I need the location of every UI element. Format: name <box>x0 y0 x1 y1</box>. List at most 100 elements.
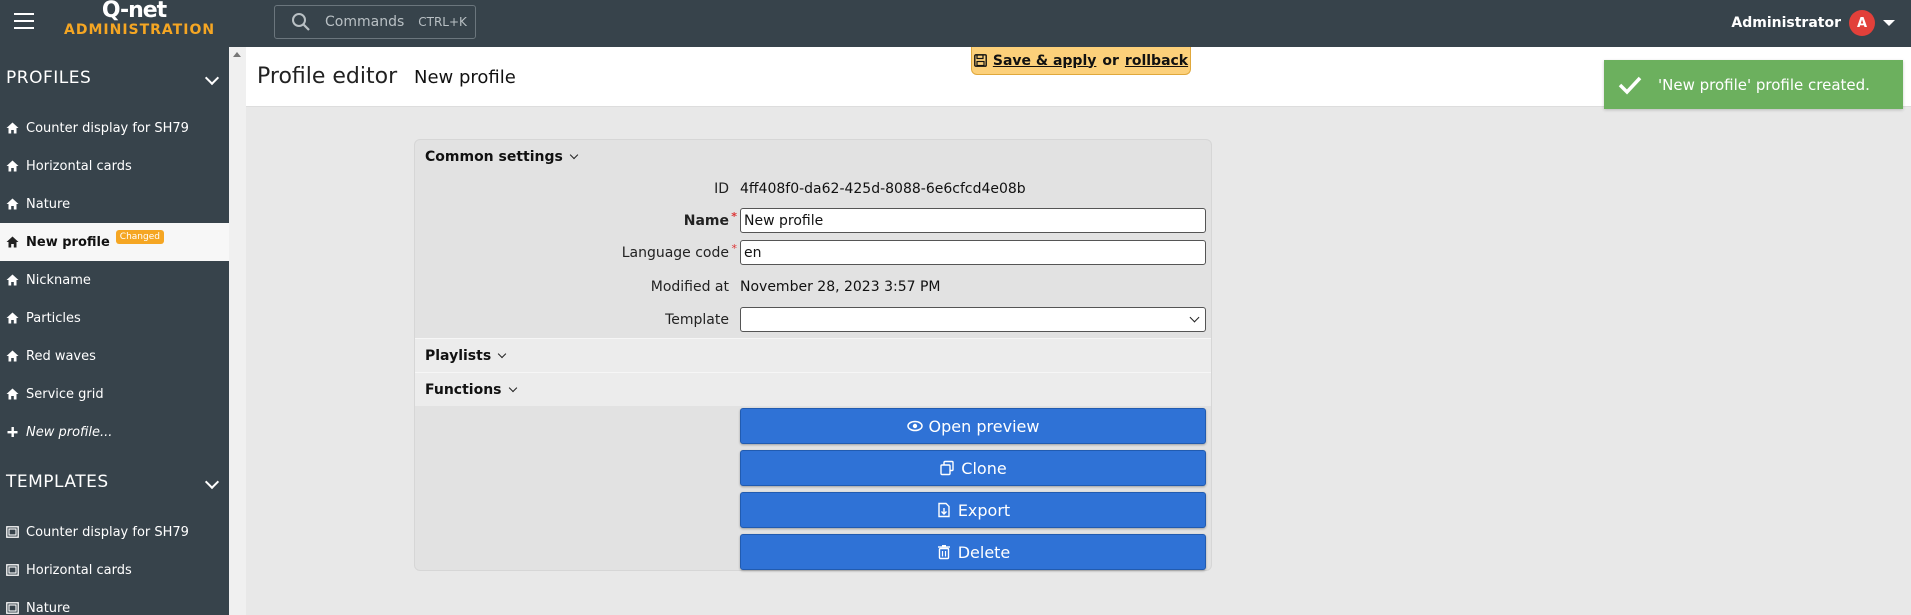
id-value: 4ff408f0-da62-425d-8088-6e6cfcd4e08b <box>740 181 1026 197</box>
user-menu[interactable]: Administrator A <box>1731 10 1895 36</box>
templates-section-title: TEMPLATES <box>6 472 109 492</box>
sidebar-item-profile[interactable]: Horizontal cards <box>0 147 229 185</box>
success-toast[interactable]: 'New profile' profile created. <box>1604 60 1903 109</box>
sidebar-item-template[interactable]: Horizontal cards <box>0 551 229 589</box>
commands-shortcut: CTRL+K <box>418 15 467 29</box>
profiles-section-title: PROFILES <box>6 68 92 88</box>
language-code-input[interactable] <box>740 240 1206 265</box>
eye-icon <box>906 420 923 432</box>
caret-down-icon <box>1883 20 1895 26</box>
export-label: Export <box>957 500 1011 520</box>
chevron-down-icon <box>1189 312 1200 323</box>
profiles-section-header[interactable]: PROFILES <box>0 47 229 109</box>
file-export-icon <box>938 502 950 518</box>
sidebar-item-label: Particles <box>26 310 81 326</box>
home-icon <box>6 198 19 210</box>
modified-value: November 28, 2023 3:57 PM <box>740 279 941 295</box>
page-title: Profile editor <box>257 64 398 89</box>
logo-brand: Q-net <box>101 0 167 23</box>
sidebar-item-label: Horizontal cards <box>26 158 132 174</box>
chevron-down-icon <box>204 474 220 490</box>
copy-icon <box>940 460 954 476</box>
profile-editor-card: Common settings ID 4ff408f0-da62-425d-80… <box>414 139 1212 571</box>
name-label: Name * <box>683 210 737 229</box>
toast-message: 'New profile' profile created. <box>1658 75 1870 94</box>
sidebar-item-template[interactable]: Counter display for SH79 <box>0 513 229 551</box>
page-subtitle: New profile <box>414 67 516 88</box>
scroll-up-icon[interactable] <box>233 52 241 57</box>
save-bar: Save & apply or rollback <box>971 47 1191 75</box>
functions-header[interactable]: Functions <box>415 372 1211 406</box>
sidebar-item-label: Counter display for SH79 <box>26 524 189 540</box>
id-label: ID <box>714 181 729 197</box>
sidebar-item-template[interactable]: Nature <box>0 589 229 615</box>
logo-subtitle: ADMINISTRATION <box>64 22 216 38</box>
check-icon <box>1618 76 1642 95</box>
chevron-down-icon <box>569 150 579 160</box>
language-row: Language code * <box>415 238 1211 268</box>
new-profile-link[interactable]: New profile... <box>0 413 229 451</box>
sidebar-item-profile[interactable]: Nickname <box>0 261 229 299</box>
name-input[interactable] <box>740 208 1206 233</box>
required-asterisk: * <box>731 210 737 223</box>
chevron-down-icon <box>497 349 507 358</box>
name-label-text: Name <box>683 213 729 229</box>
modified-row: Modified at November 28, 2023 3:57 PM <box>415 272 1211 302</box>
sidebar-item-label: Red waves <box>26 348 96 364</box>
common-settings-header[interactable]: Common settings <box>415 140 1211 174</box>
name-row: Name * <box>415 206 1211 236</box>
rollback-link[interactable]: rollback <box>1125 53 1188 69</box>
template-row: Template <box>415 305 1211 335</box>
playlists-label: Playlists <box>425 347 492 364</box>
changed-badge: Changed <box>115 230 164 244</box>
trash-icon <box>937 545 950 560</box>
language-label: Language code * <box>622 242 737 261</box>
home-icon <box>6 274 19 286</box>
new-profile-label: New profile... <box>26 424 113 440</box>
sidebar-item-label: Nature <box>26 600 71 615</box>
sidebar-item-label: Horizontal cards <box>26 562 132 578</box>
search-icon <box>292 13 310 31</box>
home-icon <box>6 388 19 400</box>
sidebar-item-profile[interactable]: Nature <box>0 185 229 223</box>
delete-button[interactable]: Delete <box>740 534 1206 570</box>
plus-icon <box>7 427 18 437</box>
floppy-disk-icon <box>973 54 987 67</box>
commands-label: Commands <box>325 14 405 30</box>
open-preview-label: Open preview <box>928 416 1040 436</box>
hamburger-menu-icon[interactable] <box>14 13 34 31</box>
common-settings-label: Common settings <box>425 149 563 165</box>
playlists-header[interactable]: Playlists <box>415 338 1211 372</box>
sidebar-item-profile[interactable]: Service grid <box>0 375 229 413</box>
functions-label: Functions <box>425 381 502 398</box>
templates-section-header[interactable]: TEMPLATES <box>0 451 229 513</box>
export-button[interactable]: Export <box>740 492 1206 528</box>
delete-label: Delete <box>957 542 1011 562</box>
chevron-down-icon <box>204 70 220 86</box>
clone-button[interactable]: Clone <box>740 450 1206 486</box>
app-logo[interactable]: Q-net ADMINISTRATION <box>64 0 216 38</box>
template-icon <box>6 602 19 614</box>
save-apply-link[interactable]: Save & apply <box>993 53 1097 69</box>
clone-label: Clone <box>961 458 1007 478</box>
sidebar-item-label: Counter display for SH79 <box>26 120 189 136</box>
chevron-down-icon <box>508 383 517 392</box>
sidebar-item-profile[interactable]: New profile Changed <box>0 223 229 261</box>
modified-label: Modified at <box>650 279 729 295</box>
sidebar-item-profile[interactable]: Red waves <box>0 337 229 375</box>
sidebar-item-profile[interactable]: Particles <box>0 299 229 337</box>
id-row: ID 4ff408f0-da62-425d-8088-6e6cfcd4e08b <box>415 174 1211 204</box>
sidebar-item-profile[interactable]: Counter display for SH79 <box>0 109 229 147</box>
top-bar: Q-net ADMINISTRATION Commands CTRL+K Adm… <box>0 0 1911 47</box>
template-icon <box>6 526 19 538</box>
sidebar-item-label: Nickname <box>26 272 91 288</box>
home-icon <box>6 160 19 172</box>
commands-search[interactable]: Commands CTRL+K <box>274 5 476 39</box>
template-label: Template <box>665 312 729 328</box>
sidebar-scrollbar[interactable] <box>229 47 246 615</box>
open-preview-button[interactable]: Open preview <box>740 408 1206 444</box>
template-select[interactable] <box>740 307 1206 332</box>
sidebar-item-label: New profile <box>26 234 110 250</box>
or-text: or <box>1102 52 1119 69</box>
home-icon <box>6 312 19 324</box>
